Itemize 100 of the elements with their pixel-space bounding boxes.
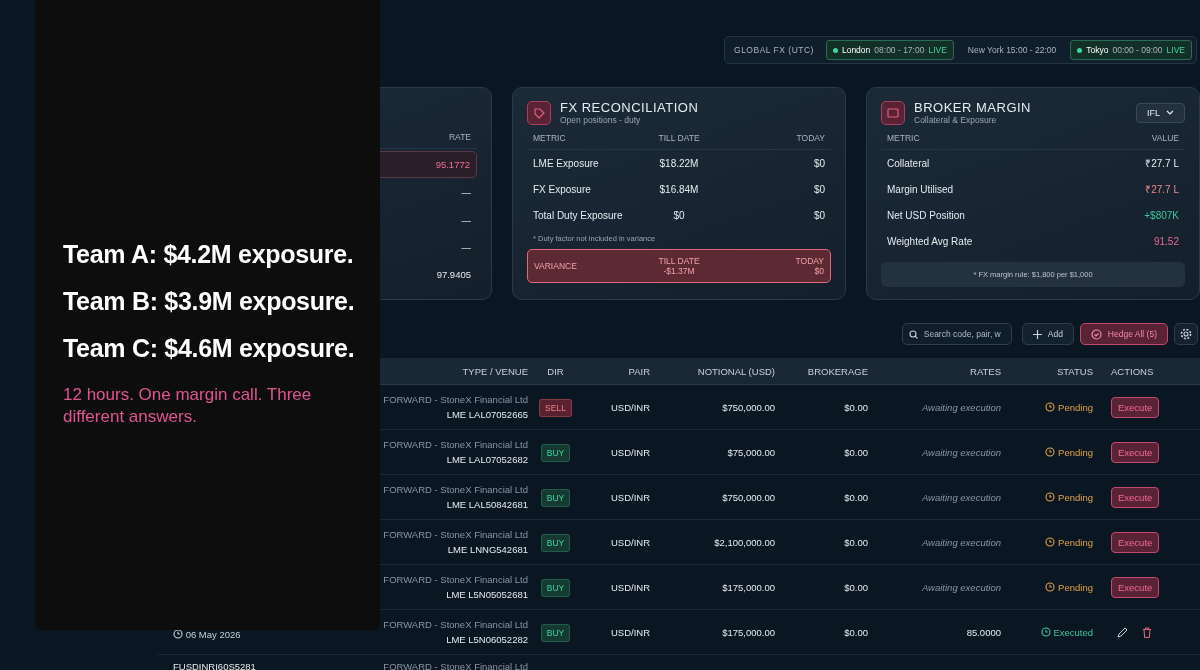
column-header: TYPE / VENUE	[461, 365, 528, 377]
edit-icon[interactable]	[1117, 626, 1128, 638]
variance-till-date: TILL DATE -$1.37M	[657, 256, 701, 276]
settings-icon	[1180, 328, 1192, 340]
live-dot-icon	[832, 47, 838, 53]
brokerage-cell-text: $0.00	[843, 536, 868, 548]
column-header: METRIC	[887, 133, 921, 143]
pair-cell-text: USD/INR	[609, 401, 650, 413]
rate-cell-text: Awaiting execution	[920, 581, 1001, 593]
notional-cell-text: $750,000.00	[721, 491, 775, 503]
status-label: Pending	[1001, 446, 1093, 458]
status-label: Pending	[1001, 536, 1093, 548]
notional-cell-text: $175,000.00	[721, 581, 775, 593]
metric-value: 91.52	[1152, 235, 1179, 247]
card-subtitle: Collateral & Exposure	[914, 115, 998, 125]
live-dot-icon	[1077, 47, 1083, 53]
column-header: VALUE	[1150, 133, 1179, 143]
variance-label: VARIANCE	[534, 261, 578, 271]
column-header: ACTIONS	[1110, 365, 1155, 377]
clock-icon	[173, 628, 183, 639]
search-icon	[908, 330, 918, 339]
notional-cell-text: $75,000.00	[726, 446, 775, 458]
direction-badge: BUY	[540, 623, 571, 642]
clock-icon	[1040, 626, 1051, 637]
clock-icon	[1045, 401, 1056, 412]
status-label: Executed	[1001, 626, 1093, 638]
column-header: RATE	[448, 132, 471, 142]
till-date-value: $18.22M	[658, 157, 700, 169]
settings-button[interactable]	[1174, 323, 1198, 345]
column-header: STATUS	[1055, 365, 1093, 377]
status-label: Pending	[1001, 491, 1093, 503]
brokerage-cell-text: $0.00	[843, 581, 868, 593]
column-header: PAIR	[627, 365, 650, 377]
status-label: Pending	[1001, 581, 1093, 593]
metric-value: +$807K	[1143, 209, 1179, 221]
hedge-all-button[interactable]: Hedge All (5)	[1079, 323, 1168, 345]
column-header: RATES	[969, 365, 1001, 377]
notional-cell-text: $175,000.00	[721, 626, 775, 638]
rate-cell-text: Awaiting execution	[920, 401, 1001, 413]
brokerage-cell-text: $0.00	[843, 491, 868, 503]
execute-button[interactable]: Execute	[1111, 576, 1160, 598]
session-label: GLOBAL FX (UTC)	[734, 45, 814, 55]
brokerage-cell-text: $0.00	[843, 626, 868, 638]
execute-button[interactable]: Execute	[1111, 531, 1160, 553]
tagline: 12 hours. One margin call. Three different answers.	[63, 384, 313, 428]
rate-cell-text: Awaiting execution	[920, 536, 1001, 548]
brokerage-cell-text: $0.00	[843, 446, 868, 458]
metric-name: Weighted Avg Rate	[887, 235, 974, 247]
pair-cell-text: USD/INR	[609, 626, 650, 638]
rate-value: 95.1772	[435, 159, 470, 171]
card-icon	[881, 100, 905, 125]
broker-dropdown[interactable]: IFL	[1136, 102, 1185, 123]
market-session: New York 15:00 - 22:00	[966, 44, 1058, 57]
headline: Team A: $4.2M exposure.	[63, 239, 355, 270]
headline: Team B: $3.9M exposure.	[63, 286, 356, 317]
contract-type: FORWARD - StoneX Financial Ltd	[382, 574, 528, 585]
contract-type: FORWARD - StoneX Financial Ltd	[382, 619, 528, 630]
rate-value: —	[461, 187, 471, 199]
metric-name: LME Exposure	[533, 157, 600, 169]
today-value: $0	[812, 157, 825, 169]
rate-value: —	[461, 214, 471, 226]
direction-badge: BUY	[540, 578, 571, 597]
direction-badge: BUY	[540, 533, 571, 552]
clock-icon	[1045, 581, 1056, 592]
venue-code: LME L5N06052282	[445, 634, 528, 645]
metric-name: Net USD Position	[887, 209, 966, 221]
plus-icon	[1032, 329, 1042, 339]
execute-button[interactable]: Execute	[1111, 396, 1160, 418]
rate-cell-text: 85.0000	[965, 626, 1001, 638]
contract-type: FORWARD - StoneX Financial Ltd	[382, 439, 528, 450]
pair-cell-text: USD/INR	[609, 536, 650, 548]
direction-badge: BUY	[540, 443, 571, 462]
notional-cell-text: $2,100,000.00	[713, 536, 775, 548]
execute-button[interactable]: Execute	[1111, 441, 1160, 463]
metric-value: ₹27.7 L	[1144, 183, 1179, 196]
headline: Team C: $4.6M exposure.	[63, 333, 356, 364]
till-date-value: $0	[672, 209, 686, 221]
market-session: Tokyo 00:00 - 09:00 LIVE	[1070, 40, 1192, 60]
rate-cell-text: Awaiting execution	[920, 491, 1001, 503]
clock-icon	[1045, 446, 1056, 457]
execute-button[interactable]: Execute	[1111, 486, 1160, 508]
metric-name: Margin Utilised	[887, 183, 955, 195]
column-header: BROKERAGE	[806, 365, 868, 377]
venue-code: LME L5N05052681	[445, 589, 528, 600]
add-button[interactable]: Add	[1021, 323, 1074, 345]
pair-cell-text: USD/INR	[609, 581, 650, 593]
column-header: NOTIONAL (USD)	[696, 365, 775, 377]
metric-name: Total Duty Exposure	[533, 209, 624, 221]
contract-type: FORWARD - StoneX Financial Ltd	[382, 661, 528, 670]
notional-cell-text: $750,000.00	[721, 401, 775, 413]
chevron-down-icon	[1166, 110, 1174, 115]
metric-value: ₹27.7 L	[1144, 157, 1179, 170]
delete-icon[interactable]	[1142, 626, 1152, 638]
contract-type: FORWARD - StoneX Financial Ltd	[382, 394, 528, 405]
direction-badge: SELL	[539, 398, 572, 417]
till-date-value: $16.84M	[658, 183, 700, 195]
rate-value: 97.9405	[436, 268, 471, 280]
search-field[interactable]: Search code, pair, w	[901, 323, 1012, 345]
clock-icon	[1045, 491, 1056, 502]
direction-badge: BUY	[540, 488, 571, 507]
